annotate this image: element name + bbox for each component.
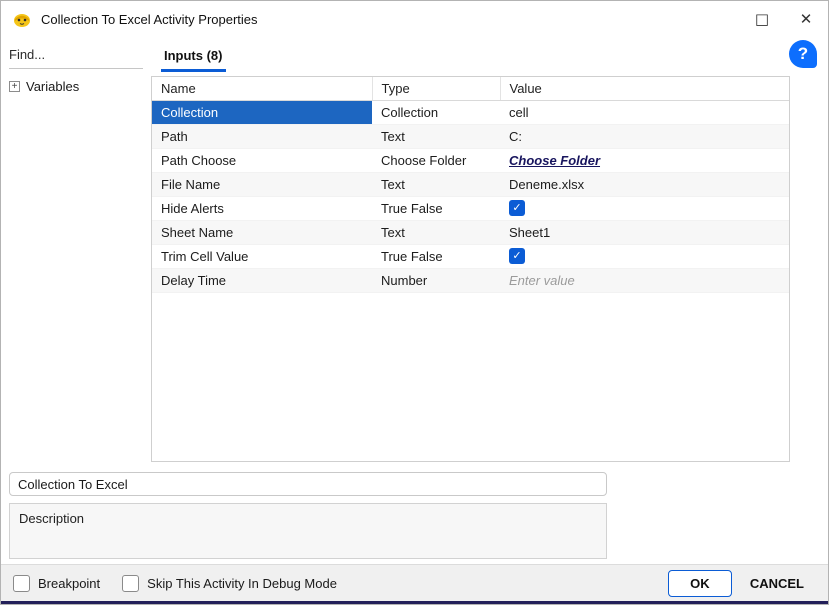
app-icon [11, 8, 33, 30]
breakpoint-checkbox[interactable] [13, 574, 30, 592]
row-name-cell[interactable]: Delay Time [152, 268, 372, 293]
sidebar: Find... + Variables [1, 37, 149, 459]
help-icon[interactable]: ? [789, 40, 817, 68]
find-input[interactable]: Find... [9, 43, 143, 69]
row-type-cell: Text [372, 124, 500, 149]
row-name-cell[interactable]: Hide Alerts [152, 196, 372, 221]
row-name-cell[interactable]: File Name [152, 172, 372, 197]
tab-inputs[interactable]: Inputs (8) [161, 41, 226, 72]
row-name-cell[interactable]: Trim Cell Value [152, 244, 372, 269]
row-value-cell[interactable]: Sheet1 [500, 220, 789, 245]
row-value-cell[interactable]: cell [500, 100, 789, 125]
close-button[interactable]: ✕ [784, 1, 828, 37]
row-type-cell: Choose Folder [372, 148, 500, 173]
table-row[interactable]: Collection Collection cell [152, 100, 789, 125]
row-type-cell: True False [372, 244, 500, 269]
row-name-cell[interactable]: Sheet Name [152, 220, 372, 245]
row-type-cell: Collection [372, 100, 500, 125]
value-input-placeholder[interactable]: Enter value [509, 273, 575, 288]
row-name-cell[interactable]: Collection [152, 100, 372, 125]
cancel-button[interactable]: CANCEL [740, 570, 814, 597]
row-value-cell[interactable]: Enter value [500, 268, 789, 293]
row-name-cell[interactable]: Path [152, 124, 372, 149]
maximize-button[interactable]: □ [740, 1, 784, 37]
tree-expand-icon[interactable]: + [9, 81, 20, 92]
inputs-table-body: Collection Collection cell Path Text C: Path C… [152, 100, 789, 293]
table-row[interactable]: Trim Cell Value True False ✓ [152, 244, 789, 269]
row-name-cell[interactable]: Path Choose [152, 148, 372, 173]
window-title: Collection To Excel Activity Properties [41, 11, 258, 27]
column-header-value[interactable]: Value [500, 77, 789, 101]
skip-debug-checkbox[interactable] [122, 574, 140, 592]
table-header-row: Name Type Value [152, 77, 789, 101]
table-row[interactable]: Sheet Name Text Sheet1 [152, 220, 789, 245]
row-type-cell: True False [372, 196, 500, 221]
title-bar: Collection To Excel Activity Properties … [1, 1, 828, 37]
table-row[interactable]: Hide Alerts True False ✓ [152, 196, 789, 221]
footer-bar: Breakpoint Skip This Activity In Debug M… [1, 564, 828, 601]
row-value-cell[interactable]: ✓ [500, 244, 789, 269]
row-value-cell[interactable]: C: [500, 124, 789, 149]
row-type-cell: Text [372, 172, 500, 197]
row-type-cell: Text [372, 220, 500, 245]
value-checkbox-checked[interactable]: ✓ [509, 200, 525, 217]
choose-folder-link[interactable]: Choose Folder [509, 153, 600, 168]
table-row[interactable]: Path Choose Choose Folder Choose Folder [152, 148, 789, 173]
table-row[interactable]: Path Text C: [152, 124, 789, 149]
column-header-name[interactable]: Name [152, 77, 373, 101]
tree-item-label: Variables [26, 79, 80, 94]
inputs-table: Name Type Value Collection Collection cell… [151, 76, 790, 462]
value-checkbox-checked[interactable]: ✓ [509, 248, 525, 265]
table-row[interactable]: Delay Time Number Enter value [152, 268, 789, 293]
row-type-cell: Number [372, 268, 500, 293]
description-field[interactable]: Description [9, 503, 607, 559]
breakpoint-label[interactable]: Breakpoint [38, 576, 100, 591]
window-bottom-edge [1, 601, 828, 604]
table-row[interactable]: File Name Text Deneme.xlsx [152, 172, 789, 197]
row-value-cell[interactable]: ✓ [500, 196, 789, 221]
row-value-cell[interactable]: Deneme.xlsx [500, 172, 789, 197]
column-header-type[interactable]: Type [372, 77, 501, 101]
row-value-cell[interactable]: Choose Folder [500, 148, 789, 173]
skip-debug-label[interactable]: Skip This Activity In Debug Mode [147, 576, 337, 591]
tab-strip: Inputs (8) [161, 41, 226, 75]
ok-button[interactable]: OK [667, 569, 732, 597]
activity-name-input[interactable] [9, 472, 607, 496]
sidebar-item-variables[interactable]: + Variables [1, 69, 149, 94]
